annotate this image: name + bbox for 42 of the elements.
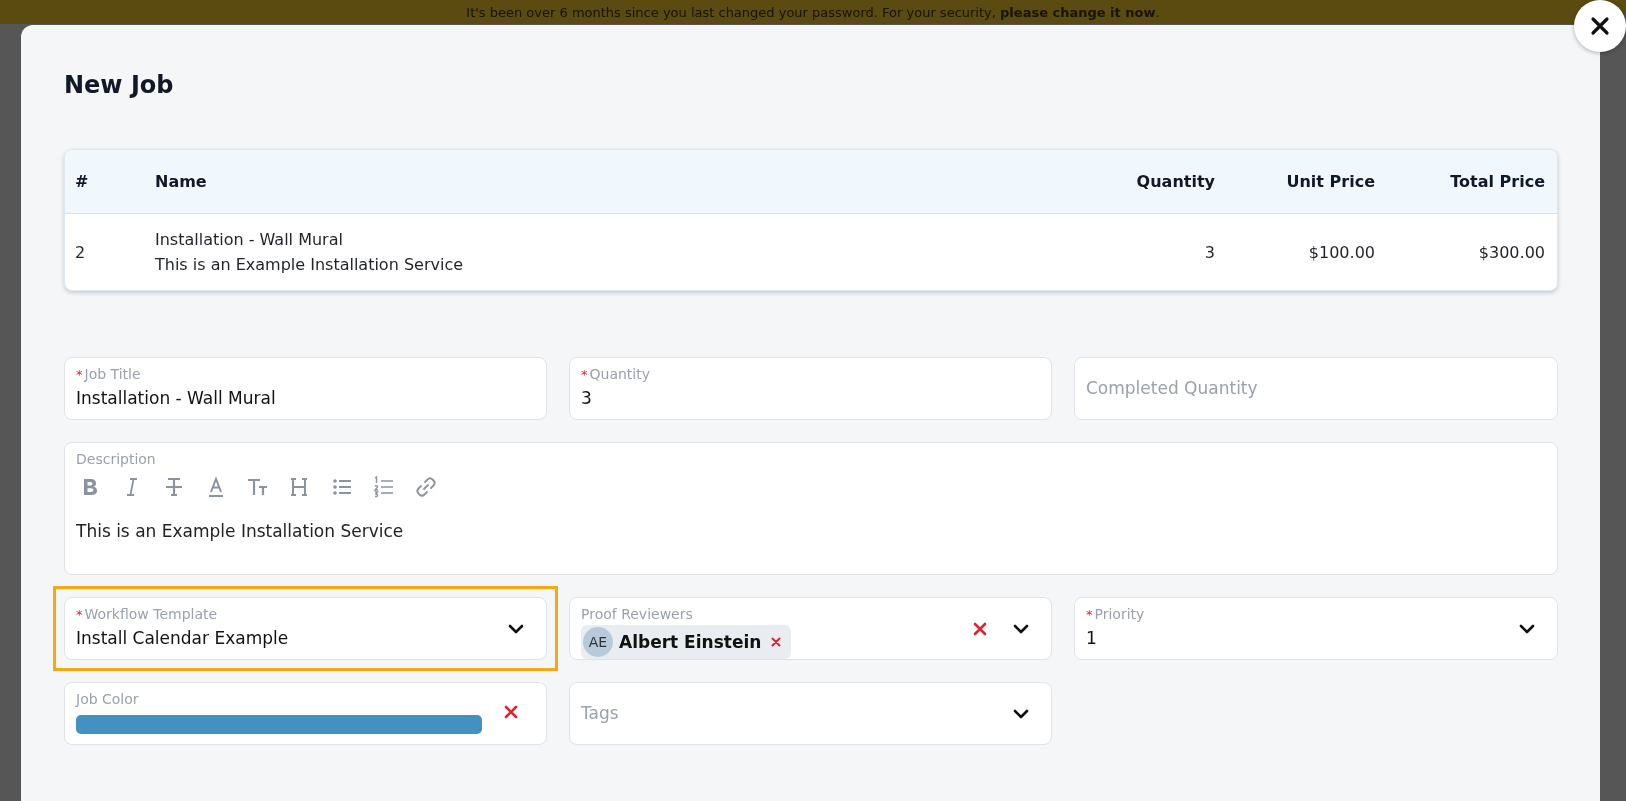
select-field[interactable]: *Workflow Template Install Calendar Example (64, 597, 547, 660)
table-cell-text: 3 (1203, 242, 1216, 262)
column-header: Unit Price (1285, 172, 1376, 191)
password-warning-text: It's been over 6 months since you last changed your password. For your security, please change it now. (466, 4, 1160, 20)
chevron-down-icon[interactable] (1013, 624, 1029, 634)
chevron-down-icon[interactable] (1013, 709, 1029, 719)
column-header: Total Price (1449, 172, 1546, 191)
field-label: Job Color (76, 691, 139, 707)
table-cell-text: $300.00 (1477, 242, 1546, 262)
modal-title: New Job (64, 71, 175, 99)
field-label: Priority (1094, 606, 1145, 622)
required-mark: * (1086, 606, 1093, 622)
numbered-list-icon[interactable] (372, 475, 396, 499)
item-description: This is an Example Installation Service (155, 255, 464, 274)
avatar: AE (583, 627, 613, 657)
field-label: Description (76, 451, 156, 467)
close-icon (1590, 16, 1610, 36)
multi-select-field[interactable]: Proof Reviewers AE Albert Einstein (569, 597, 1052, 660)
field-label: Quantity (589, 366, 650, 382)
chevron-down-icon[interactable] (508, 624, 524, 634)
field-label: Job Title (84, 366, 141, 382)
text-field[interactable]: *Quantity 3 (569, 357, 1052, 420)
chevron-down-icon[interactable] (1519, 624, 1535, 634)
remove-icon[interactable] (771, 637, 782, 647)
table-cell-text: 2 (74, 242, 87, 262)
required-mark: * (581, 366, 588, 382)
column-header: Quantity (1135, 172, 1216, 191)
clear-icon[interactable] (973, 622, 987, 636)
required-mark: * (76, 366, 83, 382)
column-header: # (74, 172, 90, 191)
reviewer-name: Albert Einstein (619, 632, 762, 652)
rich-text-field[interactable]: Description This is an Example Installation Service (64, 442, 1558, 575)
field-label: Proof Reviewers (581, 606, 693, 622)
link-icon[interactable] (414, 475, 438, 499)
table-cell-text: $100.00 (1307, 242, 1376, 262)
required-mark: * (76, 606, 83, 622)
item-name: Installation - Wall Mural (155, 230, 344, 249)
select-field[interactable]: *Priority 1 (1074, 597, 1558, 660)
clear-icon[interactable] (504, 705, 518, 719)
field-label: Workflow Template (84, 606, 218, 622)
text-field[interactable]: *Job Title Installation - Wall Mural (64, 357, 547, 420)
column-header: Name (154, 172, 208, 191)
